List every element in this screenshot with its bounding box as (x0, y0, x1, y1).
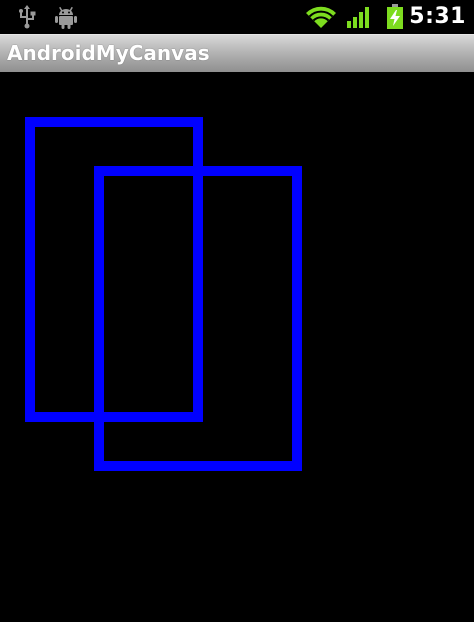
battery-charging-icon (384, 0, 406, 34)
status-clock: 5:31 (409, 4, 466, 29)
signal-icon (344, 0, 374, 34)
app-title-bar: AndroidMyCanvas (0, 34, 474, 72)
drawing-canvas (25, 117, 302, 471)
wifi-icon (304, 0, 338, 34)
status-bar: 5:31 (0, 0, 474, 34)
app-title: AndroidMyCanvas (7, 41, 210, 65)
canvas-area (0, 72, 474, 622)
usb-icon (14, 0, 40, 34)
android-debug-icon (52, 0, 80, 34)
